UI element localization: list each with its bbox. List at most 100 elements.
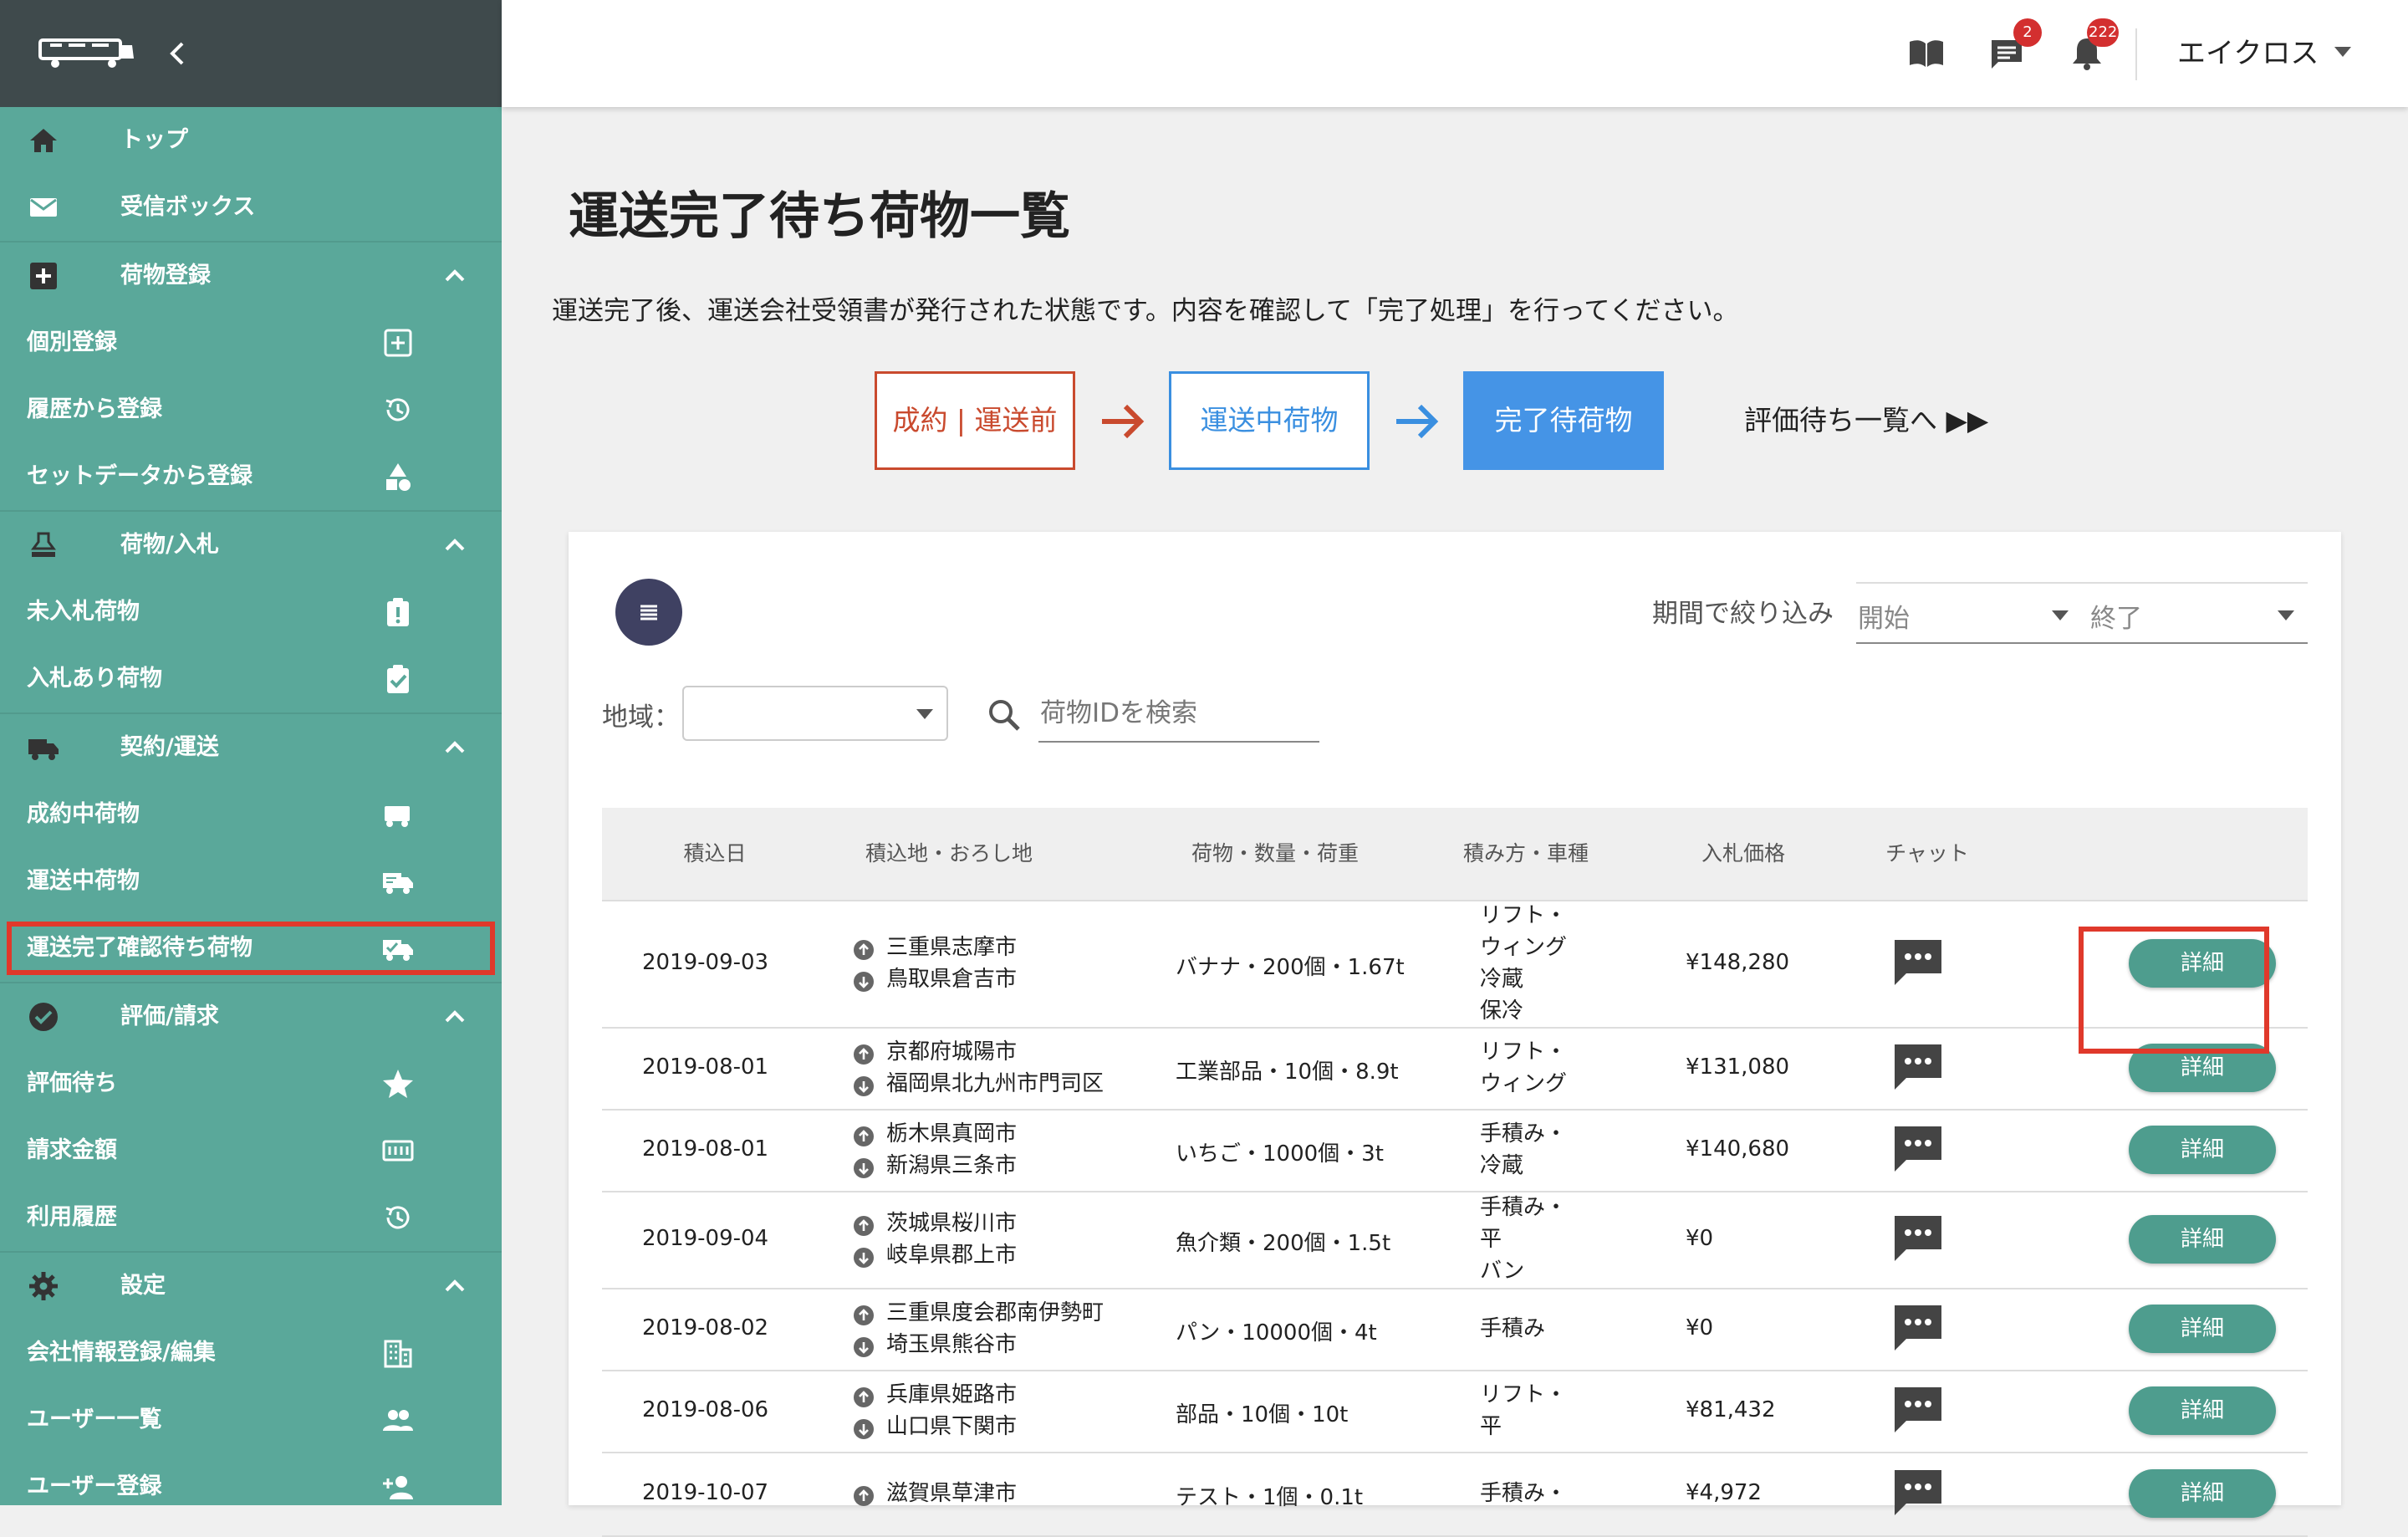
sidebar-item-user-list[interactable]: ユーザー一覧 <box>0 1386 502 1453</box>
awaiting-evaluation-link[interactable]: 評価待ち一覧へ ▶▶ <box>1744 371 1988 470</box>
section-label: 契約/運送 <box>120 734 219 760</box>
sidebar-item-contracted-cargo[interactable]: 成約中荷物 <box>0 781 502 848</box>
detail-button[interactable]: 詳細 <box>2129 1215 2276 1264</box>
unloading-location: 埼玉県熊谷市 <box>853 1329 1104 1361</box>
sidebar-section-contract-transport[interactable]: 契約/運送 <box>0 712 502 781</box>
loading-location: 茨城県桜川市 <box>853 1208 1017 1239</box>
truck-icon <box>28 739 59 760</box>
loading-location-text: 滋賀県草津市 <box>886 1481 1018 1506</box>
table-row: 2019-08-06 兵庫県姫路市 山口県下関市 部品・10個・10t リフト・平 ¥81… <box>602 1370 2308 1453</box>
bid-price: ¥148,280 <box>1686 950 1790 975</box>
loading-method-cell: 手積み・ 冷蔵 <box>1480 1118 1567 1182</box>
loading-method-line: 平 <box>1480 1227 1502 1252</box>
building-icon <box>384 1340 412 1368</box>
table-row: 2019-08-02 三重県度会郡南伊勢町 埼玉県熊谷市 パン・10000個・4t 手積… <box>602 1288 2308 1371</box>
loading-date: 2019-08-01 <box>642 1054 769 1080</box>
caret-down-icon[interactable] <box>2334 47 2351 57</box>
step-contract-before-transport[interactable]: 成約 | 運送前 <box>875 371 1075 470</box>
detail-button[interactable]: 詳細 <box>2129 1126 2276 1174</box>
loading-method-line: 手積み・ <box>1480 1195 1568 1220</box>
user-menu[interactable]: エイクロス <box>2177 0 2319 107</box>
column-header-bid-price: 入札価格 <box>1701 841 1785 866</box>
chat-bubble-icon[interactable] <box>1891 1467 1945 1517</box>
detail-button[interactable]: 詳細 <box>2129 1386 2276 1435</box>
arrow-up-circle-icon <box>854 940 874 960</box>
end-date-select[interactable]: 終了 <box>2082 582 2308 644</box>
unloading-location-text: 新潟県三条市 <box>886 1153 1018 1178</box>
menu-button[interactable] <box>615 579 682 646</box>
add-box-icon <box>384 329 412 357</box>
locations-cell: 滋賀県草津市 <box>853 1478 1017 1509</box>
caret-down-icon <box>2278 610 2294 620</box>
sidebar-item-register-from-set-data[interactable]: セットデータから登録 <box>0 443 502 510</box>
sidebar-item-usage-history[interactable]: 利用履歴 <box>0 1184 502 1251</box>
step-in-transit[interactable]: 運送中荷物 <box>1169 371 1370 470</box>
chat-bubble-icon[interactable] <box>1891 1041 1945 1091</box>
loading-date: 2019-08-01 <box>642 1136 769 1162</box>
column-header-locations: 積込地・おろし地 <box>865 841 1033 866</box>
plus-box-icon <box>30 263 57 289</box>
sidebar-item-label: 運送完了確認待ち荷物 <box>27 935 253 961</box>
sidebar-section-cargo-bid[interactable]: 荷物/入札 <box>0 510 502 579</box>
arrow-up-circle-icon <box>854 1126 874 1146</box>
stamp-icon <box>31 532 56 557</box>
page-title: 運送完了待ち荷物一覧 <box>569 187 1070 246</box>
sidebar-item-register-from-history[interactable]: 履歴から登録 <box>0 376 502 443</box>
start-date-placeholder: 開始 <box>1858 604 1910 634</box>
detail-button[interactable]: 詳細 <box>2129 1469 2276 1518</box>
sidebar-section-evaluation-billing[interactable]: 評価/請求 <box>0 982 502 1050</box>
chevron-left-icon[interactable] <box>164 37 189 70</box>
delivery-truck-icon <box>383 873 413 894</box>
sidebar-item-inbox[interactable]: 受信ボックス <box>0 174 502 241</box>
sidebar-item-label: 請求金額 <box>27 1137 117 1163</box>
sidebar-item-user-registration[interactable]: ユーザー登録 <box>0 1453 502 1505</box>
sidebar-item-label: 評価待ち <box>27 1070 117 1096</box>
bid-price: ¥140,680 <box>1686 1136 1790 1162</box>
list-icon <box>640 605 657 620</box>
unloading-location-text: 山口県下関市 <box>886 1414 1018 1439</box>
loading-method-line: 平 <box>1480 1414 1502 1439</box>
column-header-loading-method: 積み方・車種 <box>1462 841 1589 866</box>
chat-bubble-icon[interactable] <box>1891 937 1945 987</box>
chat-bubble-icon[interactable] <box>1891 1213 1945 1263</box>
sidebar-item-label: 会社情報登録/編集 <box>27 1340 216 1366</box>
table-row: 2019-09-03 三重県志摩市 鳥取県倉吉市 バナナ・200個・1.67t リフト・… <box>602 900 2308 1029</box>
clipboard-alert-icon <box>387 598 409 626</box>
sidebar-item-top[interactable]: トップ <box>0 107 502 174</box>
start-date-select[interactable]: 開始 <box>1856 582 2082 644</box>
chat-bubble-icon[interactable] <box>1891 1123 1945 1173</box>
sidebar-section-cargo-registration[interactable]: 荷物登録 <box>0 241 502 309</box>
sidebar-item-company-info[interactable]: 会社情報登録/編集 <box>0 1320 502 1386</box>
bid-price: ¥4,972 <box>1686 1480 1762 1505</box>
arrow-up-circle-icon <box>854 1044 874 1065</box>
sidebar-item-awaiting-evaluation[interactable]: 評価待ち <box>0 1050 502 1117</box>
sidebar-item-bid-cargo[interactable]: 入札あり荷物 <box>0 646 502 712</box>
page-description: 運送完了後、運送会社受領書が発行された状態です。内容を確認して「完了処理」を行っ… <box>552 296 1739 326</box>
step-awaiting-completion[interactable]: 完了待荷物 <box>1463 371 1664 470</box>
region-select[interactable] <box>682 686 948 741</box>
sidebar-item-billing-amount[interactable]: 請求金額 <box>0 1117 502 1184</box>
chat-badge: 2 <box>2013 18 2042 47</box>
chat-bubble-icon[interactable] <box>1891 1384 1945 1434</box>
sidebar-item-label: 未入札荷物 <box>27 599 140 625</box>
truck-logo-icon[interactable] <box>38 37 135 69</box>
unloading-location-text: 鳥取県倉吉市 <box>886 967 1018 992</box>
sidebar-item-awaiting-completion-cargo[interactable]: 運送完了確認待ち荷物 <box>0 915 502 982</box>
detail-button[interactable]: 詳細 <box>2129 1305 2276 1353</box>
chat-bubble-icon[interactable] <box>1891 1302 1945 1352</box>
truck-check-icon <box>383 940 413 961</box>
loading-method-cell: リフト・平 <box>1480 1379 1567 1443</box>
sidebar-item-no-bid-cargo[interactable]: 未入札荷物 <box>0 579 502 646</box>
sidebar-item-label: セットデータから登録 <box>27 463 253 489</box>
caret-down-icon <box>2052 610 2069 620</box>
book-icon[interactable] <box>1906 33 1946 74</box>
sidebar-item-in-transit-cargo[interactable]: 運送中荷物 <box>0 848 502 915</box>
loading-method-cell: 手積み・平バン <box>1480 1192 1567 1287</box>
arrow-down-circle-icon <box>854 1419 874 1439</box>
bid-price: ¥0 <box>1686 1226 1714 1251</box>
search-icon[interactable] <box>985 696 1023 734</box>
end-date-placeholder: 終了 <box>2090 604 2142 634</box>
sidebar-section-settings[interactable]: 設定 <box>0 1251 502 1320</box>
sidebar-item-individual-registration[interactable]: 個別登録 <box>0 309 502 376</box>
cargo-id-search-input[interactable] <box>1038 686 1319 743</box>
